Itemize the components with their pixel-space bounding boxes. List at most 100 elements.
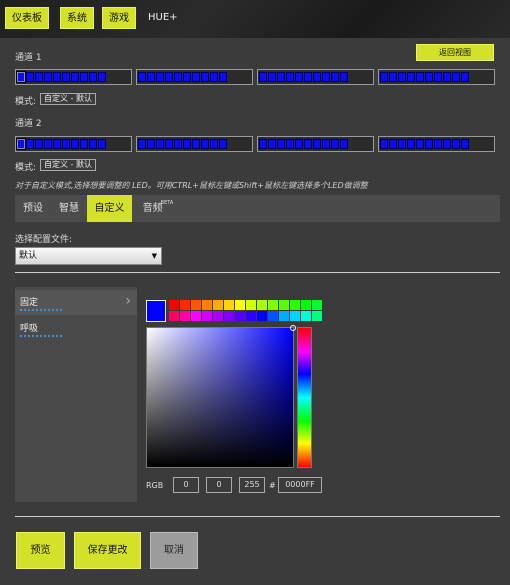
profile-select[interactable]: 默认 ▼	[15, 247, 162, 265]
led-cell[interactable]	[340, 139, 348, 149]
led-cell[interactable]	[268, 72, 276, 82]
saturation-value-picker[interactable]	[146, 325, 296, 468]
effect-item-fixed[interactable]: 固定 ›	[15, 290, 137, 315]
palette-swatch[interactable]	[257, 311, 267, 321]
palette-swatch[interactable]	[257, 300, 267, 310]
led-cell[interactable]	[380, 72, 388, 82]
led-cell[interactable]	[331, 139, 339, 149]
palette-swatch[interactable]	[268, 300, 278, 310]
palette-swatch[interactable]	[169, 311, 179, 321]
led-cell[interactable]	[434, 139, 442, 149]
led-cell[interactable]	[35, 72, 43, 82]
tab-dashboard[interactable]: 仪表板	[5, 7, 49, 29]
led-cell[interactable]	[210, 139, 218, 149]
led-cell[interactable]	[443, 72, 451, 82]
palette-swatch[interactable]	[191, 311, 201, 321]
led-cell[interactable]	[389, 139, 397, 149]
led-cell[interactable]	[89, 139, 97, 149]
led-cell[interactable]	[16, 71, 26, 83]
blue-input[interactable]: 255	[239, 477, 265, 493]
led-cell[interactable]	[165, 139, 173, 149]
led-cell[interactable]	[219, 139, 227, 149]
channel-2-mode-value[interactable]: 自定义 - 默认	[40, 159, 96, 171]
led-cell[interactable]	[174, 72, 182, 82]
palette-swatch[interactable]	[290, 311, 300, 321]
led-cell[interactable]	[201, 139, 209, 149]
palette-swatch[interactable]	[246, 300, 256, 310]
cancel-button[interactable]: 取消	[150, 532, 198, 569]
led-cell[interactable]	[165, 72, 173, 82]
led-cell[interactable]	[35, 139, 43, 149]
led-cell[interactable]	[201, 72, 209, 82]
led-cell[interactable]	[461, 72, 469, 82]
hex-input[interactable]: 0000FF	[278, 477, 322, 493]
color-picker-cursor[interactable]	[290, 325, 296, 331]
tab-custom[interactable]: 自定义	[87, 195, 132, 222]
led-cell[interactable]	[452, 139, 460, 149]
led-cell[interactable]	[26, 139, 34, 149]
led-cell[interactable]	[44, 139, 52, 149]
tab-smart[interactable]: 智慧	[53, 195, 85, 222]
led-cell[interactable]	[71, 72, 79, 82]
led-cell[interactable]	[389, 72, 397, 82]
led-cell[interactable]	[138, 72, 146, 82]
led-cell[interactable]	[286, 72, 294, 82]
led-cell[interactable]	[183, 72, 191, 82]
led-cell[interactable]	[98, 139, 106, 149]
led-cell[interactable]	[425, 139, 433, 149]
palette-swatch[interactable]	[202, 311, 212, 321]
palette-swatch[interactable]	[224, 300, 234, 310]
palette-swatch[interactable]	[213, 311, 223, 321]
led-cell[interactable]	[286, 139, 294, 149]
led-cell[interactable]	[313, 72, 321, 82]
led-cell[interactable]	[62, 72, 70, 82]
led-cell[interactable]	[44, 72, 52, 82]
back-to-view-button[interactable]: 返回视图	[416, 44, 494, 61]
led-cell[interactable]	[53, 72, 61, 82]
palette-swatch[interactable]	[169, 300, 179, 310]
led-cell[interactable]	[416, 72, 424, 82]
led-cell[interactable]	[26, 72, 34, 82]
palette-swatch[interactable]	[235, 311, 245, 321]
led-cell[interactable]	[156, 139, 164, 149]
led-cell[interactable]	[331, 72, 339, 82]
led-cell[interactable]	[304, 139, 312, 149]
palette-swatch[interactable]	[279, 311, 289, 321]
palette-swatch[interactable]	[213, 300, 223, 310]
palette-swatch[interactable]	[312, 311, 322, 321]
palette-swatch[interactable]	[235, 300, 245, 310]
green-input[interactable]: 0	[206, 477, 232, 493]
led-cell[interactable]	[268, 139, 276, 149]
led-cell[interactable]	[416, 139, 424, 149]
led-cell[interactable]	[407, 72, 415, 82]
led-cell[interactable]	[461, 139, 469, 149]
led-cell[interactable]	[295, 72, 303, 82]
led-cell[interactable]	[16, 138, 26, 150]
led-cell[interactable]	[89, 72, 97, 82]
led-cell[interactable]	[192, 72, 200, 82]
led-cell[interactable]	[156, 72, 164, 82]
led-cell[interactable]	[192, 139, 200, 149]
led-cell[interactable]	[398, 72, 406, 82]
palette-swatch[interactable]	[268, 311, 278, 321]
led-cell[interactable]	[434, 72, 442, 82]
led-cell[interactable]	[277, 72, 285, 82]
palette-swatch[interactable]	[224, 311, 234, 321]
led-cell[interactable]	[98, 72, 106, 82]
palette-swatch[interactable]	[202, 300, 212, 310]
led-cell[interactable]	[62, 139, 70, 149]
palette-swatch[interactable]	[290, 300, 300, 310]
led-cell[interactable]	[147, 72, 155, 82]
led-cell[interactable]	[277, 139, 285, 149]
led-cell[interactable]	[174, 139, 182, 149]
palette-swatch[interactable]	[301, 311, 311, 321]
led-cell[interactable]	[322, 72, 330, 82]
led-cell[interactable]	[304, 72, 312, 82]
led-cell[interactable]	[425, 72, 433, 82]
led-cell[interactable]	[398, 139, 406, 149]
led-cell[interactable]	[80, 139, 88, 149]
palette-swatch[interactable]	[279, 300, 289, 310]
led-cell[interactable]	[219, 72, 227, 82]
tab-audio[interactable]: 音频BETA	[137, 195, 181, 222]
tab-system[interactable]: 系统	[60, 7, 94, 29]
